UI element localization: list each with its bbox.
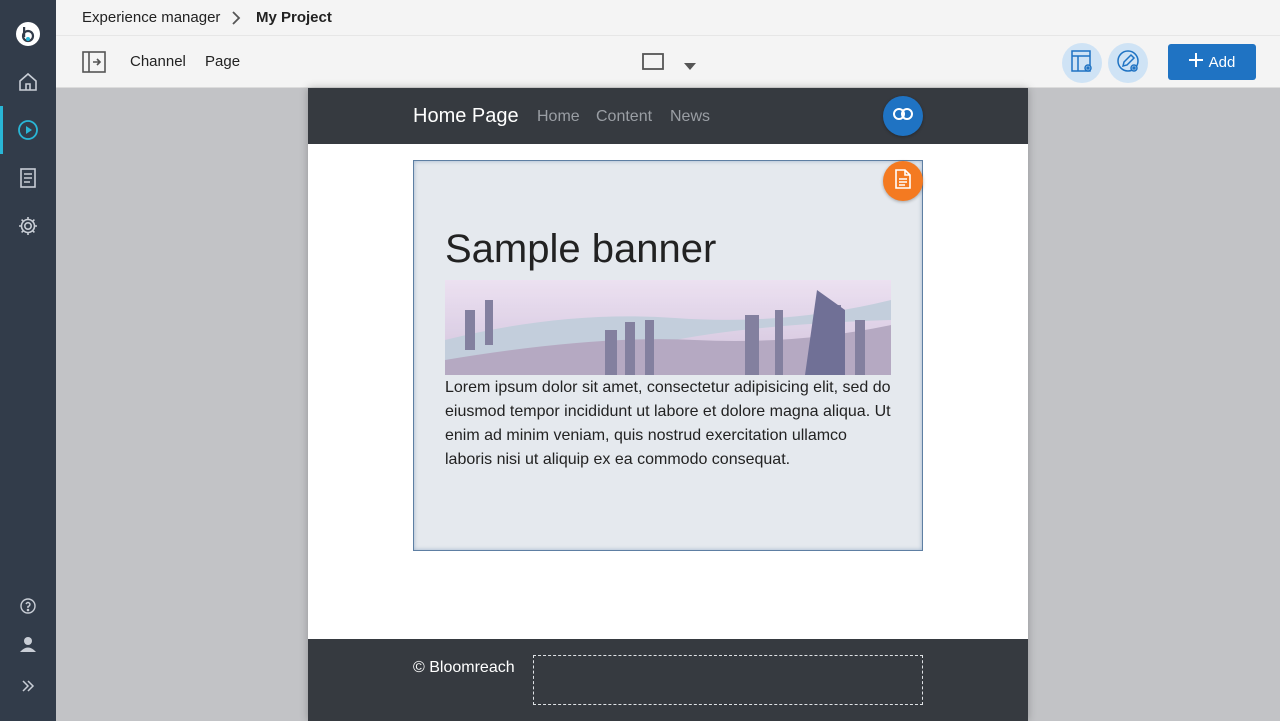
add-button-label: Add [1208,53,1236,71]
banner-image [445,280,891,375]
content-icon[interactable] [0,154,56,202]
footer-copyright: © Bloomreach [413,659,515,676]
toolbar: Channel Page Add [56,36,1280,88]
breadcrumb-current: My Project [256,9,332,26]
page-menu[interactable]: Page [205,53,240,70]
banner-title: Sample banner [445,227,717,271]
site-navbar: Home Page Home Content News [308,88,1028,144]
user-icon[interactable] [0,620,56,668]
site-footer: © Bloomreach [308,639,1028,721]
left-nav-rail [0,0,56,721]
chevron-right-icon [231,11,241,30]
menu-link-button[interactable] [883,96,923,136]
page-preview-canvas: Home Page Home Content News Sample banne… [308,88,1028,721]
home-icon[interactable] [0,58,56,106]
document-icon [895,168,911,194]
footer-container-dropzone[interactable] [533,655,923,705]
edit-content-button[interactable] [883,161,923,201]
settings-icon[interactable] [0,202,56,250]
viewport-desktop-icon[interactable] [642,53,664,75]
chevron-down-icon[interactable] [684,58,696,76]
pencil-preview-icon [1116,49,1140,78]
site-nav-home[interactable]: Home [537,108,580,126]
link-icon [893,107,913,125]
experience-manager-icon[interactable] [0,106,56,154]
banner-component[interactable]: Sample banner Lorem ipsum dolor sit amet… [413,160,923,551]
layout-preview-icon [1070,49,1094,78]
breadcrumb-root[interactable]: Experience manager [82,9,220,26]
breadcrumb: Experience manager My Project [56,0,1280,36]
page-structure-view-button[interactable] [1062,43,1102,83]
banner-text: Lorem ipsum dolor sit amet, consectetur … [445,379,891,468]
add-button[interactable]: Add [1168,44,1256,80]
channel-menu[interactable]: Channel [130,53,186,70]
expand-icon[interactable] [0,662,56,710]
plus-icon [1188,53,1203,71]
toggle-sidebar-icon[interactable] [82,51,106,78]
bloomreach-logo[interactable] [16,22,40,46]
edit-preview-button[interactable] [1108,43,1148,83]
site-nav-news[interactable]: News [670,108,710,126]
site-nav-content[interactable]: Content [596,108,652,126]
site-brand[interactable]: Home Page [413,105,519,128]
